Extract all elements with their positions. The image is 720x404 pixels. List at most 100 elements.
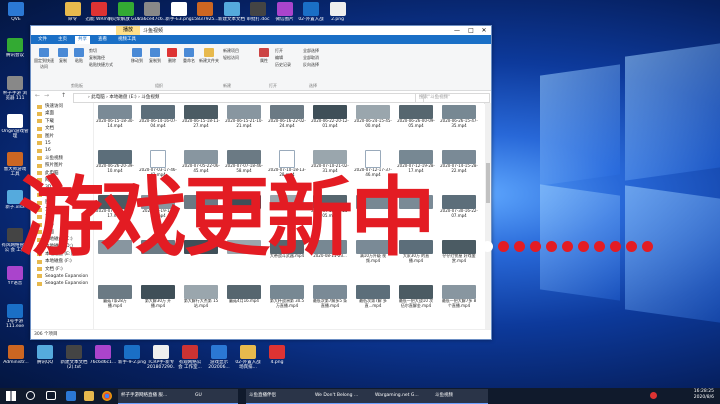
new-folder-button[interactable]: 新建文件夹 bbox=[199, 48, 219, 64]
chrome-icon[interactable] bbox=[102, 391, 112, 401]
desktop-icon[interactable]: 02-外置入战 bbox=[297, 2, 325, 27]
desktop-icon[interactable]: 新手-9-2.png bbox=[118, 345, 146, 370]
search-input[interactable]: 搜索"斗鱼视频" bbox=[415, 93, 490, 103]
file-item[interactable]: 2020-06-15-21-10-21.mp4 bbox=[225, 105, 263, 129]
rename-button[interactable]: 重命名 bbox=[181, 48, 197, 64]
desktop-icon[interactable]: 新建文本文档 (2).txt bbox=[60, 345, 88, 370]
file-item[interactable]: 2020-06-16-22-02-24.mp4 bbox=[268, 105, 306, 129]
tab-video-tools[interactable]: 视频工具 bbox=[115, 36, 139, 44]
desktop-icon[interactable]: 腾讯QQ bbox=[31, 345, 59, 370]
taskbar-app-gu[interactable]: GU bbox=[192, 389, 238, 404]
forward-arrow-icon[interactable]: → bbox=[44, 92, 49, 99]
easy-access-button[interactable]: 轻松访问 bbox=[223, 55, 253, 61]
taskbar-app-douyu-companion[interactable]: 斗鱼直播伴侣 bbox=[246, 389, 312, 404]
nav-item[interactable]: 15 bbox=[31, 140, 93, 147]
file-item[interactable]: 2020-07-14-15-28-22.mp4 bbox=[440, 150, 478, 174]
nav-item[interactable]: 快速访问 bbox=[31, 103, 93, 110]
file-item[interactable]: 第大杯战洲第 30.5万直播.mp4 bbox=[268, 285, 306, 309]
file-item[interactable]: 2020-06-14-16-07-04.mp4 bbox=[139, 105, 177, 129]
edge-browser-icon[interactable] bbox=[66, 391, 76, 401]
file-item[interactable]: 2020-06-26-15-47-35.mp4 bbox=[440, 105, 478, 129]
desktop-icon[interactable]: 迅能 WRm解 bbox=[85, 2, 113, 27]
desktop-icon[interactable]: 新手-E3.png bbox=[165, 2, 193, 27]
title-bar[interactable]: 播放 斗鱼视频 — □ ✕ bbox=[31, 26, 491, 35]
cut-button[interactable]: 剪切 bbox=[89, 48, 125, 54]
edit-button[interactable]: 编辑 bbox=[275, 55, 299, 61]
taskbar-app-douyu-videos[interactable]: 斗鱼视频 bbox=[432, 389, 488, 404]
file-item[interactable]: 2020-06-22-20-12-01.mp4 bbox=[311, 105, 349, 129]
desktop-icon[interactable]: Origin游戏管理 bbox=[1, 114, 29, 139]
copy-to-button[interactable]: 复制到 bbox=[147, 48, 163, 64]
desktop-icon[interactable]: 火柴解放 GUI bbox=[112, 2, 140, 27]
open-button[interactable]: 打开 bbox=[275, 48, 299, 54]
pin-quick-access-button[interactable]: 固定到快速访问 bbox=[34, 48, 54, 70]
desktop-icon[interactable]: 1号手游 111.exe bbox=[1, 304, 29, 329]
nav-item[interactable]: Seagate Expansion bbox=[31, 280, 93, 287]
file-item[interactable]: 2020-06-15-18-11-27.mp4 bbox=[182, 105, 220, 129]
desktop-icon[interactable]: 审批打.doc bbox=[244, 2, 272, 27]
select-all-button[interactable]: 全部选择 bbox=[303, 48, 333, 54]
desktop-icon[interactable]: 4.png bbox=[263, 345, 291, 370]
paste-button[interactable]: 粘贴 bbox=[72, 48, 86, 64]
select-none-button[interactable]: 全部取消 bbox=[303, 55, 333, 61]
close-button[interactable]: ✕ bbox=[478, 26, 490, 35]
taskbar-app-we-dont-belong[interactable]: We Don't Belong ... bbox=[312, 389, 374, 404]
notification-icon[interactable] bbox=[650, 392, 657, 399]
nav-item[interactable]: 下载 bbox=[31, 118, 93, 125]
desktop-icon[interactable]: 2a6ce47c6... bbox=[138, 2, 166, 27]
system-clock[interactable]: 16:28:25 2020/8/6 bbox=[694, 389, 714, 401]
file-item[interactable]: 2020-06-24-15-45-00.mp4 bbox=[354, 105, 392, 129]
address-input[interactable]: › 此电脑 › 本地磁盘 (E:) › 斗鱼视频 bbox=[73, 93, 424, 103]
file-item[interactable]: 2020-07-30-16-22-07.mp4 bbox=[440, 195, 478, 219]
file-item[interactable]: 第大解行大杰第 15站.mp4 bbox=[182, 285, 220, 309]
nav-item[interactable]: 桌面 bbox=[31, 110, 93, 117]
desktop-icon[interactable]: 有观网络公 会 工作室... bbox=[176, 345, 204, 370]
up-arrow-icon[interactable]: ↑ bbox=[61, 92, 66, 99]
tab-file[interactable]: 文件 bbox=[35, 36, 50, 44]
desktop-icon[interactable]: 命令 bbox=[59, 2, 87, 27]
delete-button[interactable]: 删除 bbox=[165, 48, 179, 64]
file-item[interactable]: 最低一把大解7多 8个直播.mp4 bbox=[440, 285, 478, 309]
nav-item[interactable]: 斗鱼视频 bbox=[31, 155, 93, 162]
scrollbar[interactable] bbox=[485, 103, 491, 329]
file-item[interactable]: 仔仔红警屋 好戏鉴赏.mp4 bbox=[440, 240, 478, 264]
context-tab-play[interactable]: 播放 bbox=[116, 26, 140, 35]
back-arrow-icon[interactable]: ← bbox=[35, 92, 40, 99]
invert-selection-button[interactable]: 反向选择 bbox=[303, 62, 333, 68]
properties-button[interactable]: 属性 bbox=[257, 48, 271, 64]
desktop-icon[interactable]: 02-外置入战 场宾排... bbox=[234, 345, 262, 370]
desktop-icon[interactable]: 新建文本文档 bbox=[218, 2, 246, 27]
move-to-button[interactable]: 移动到 bbox=[129, 48, 145, 64]
file-item[interactable]: 蘑菇7条28万 播.mp4 bbox=[96, 285, 134, 309]
minimize-button[interactable]: — bbox=[451, 26, 463, 35]
desktop-icon[interactable]: 15837925... bbox=[191, 2, 219, 27]
copy-path-button[interactable]: 复制路径 bbox=[89, 55, 127, 61]
history-button[interactable]: 历史记录 bbox=[275, 62, 299, 68]
desktop-icon[interactable]: 2.png bbox=[324, 2, 352, 27]
desktop-icon[interactable]: 腾讯会议 bbox=[1, 38, 29, 63]
file-item[interactable]: 最低次第7解多5 条直播.mp4 bbox=[311, 285, 349, 309]
new-item-button[interactable]: 新建项目 bbox=[223, 48, 253, 54]
nav-item[interactable]: Seagate Expansion bbox=[31, 273, 93, 280]
tab-home[interactable]: 主页 bbox=[55, 36, 70, 44]
desktop-icon[interactable]: YY语音 bbox=[1, 266, 29, 291]
file-item[interactable]: 第大解30万 开播.mp4 bbox=[139, 285, 177, 309]
file-item[interactable]: 最低一把大战10 次伍尔直解金.mp4 bbox=[397, 285, 435, 309]
nav-item[interactable]: 图片 bbox=[31, 133, 93, 140]
start-windows-icon[interactable] bbox=[6, 391, 16, 401]
scrollbar-thumb[interactable] bbox=[486, 163, 490, 203]
desktop-icon[interactable]: 微信图片 bbox=[271, 2, 299, 27]
tab-share[interactable]: 共享 bbox=[75, 36, 90, 44]
file-item[interactable]: 2020-06-15-18-30-14.mp4 bbox=[96, 105, 134, 129]
copy-button[interactable]: 复制 bbox=[56, 48, 70, 64]
desktop-icon[interactable]: TCRP手-新专 201807290... bbox=[147, 345, 175, 370]
maximize-button[interactable]: □ bbox=[465, 26, 477, 35]
task-view-icon[interactable] bbox=[46, 391, 56, 400]
taskbar-app-cup-game[interactable]: 杯子手游网络直播 服... bbox=[118, 389, 194, 404]
desktop-icon[interactable]: QVE bbox=[2, 2, 30, 27]
desktop-icon[interactable]: 杯子手游 浏览器 111 bbox=[1, 76, 29, 101]
file-item[interactable]: 最低次第7解 多直...mp4 bbox=[354, 285, 392, 309]
desktop-icon[interactable]: 游戏显示 202006... bbox=[205, 345, 233, 370]
nav-item[interactable]: 文档 bbox=[31, 125, 93, 132]
file-explorer-icon[interactable] bbox=[84, 391, 94, 401]
